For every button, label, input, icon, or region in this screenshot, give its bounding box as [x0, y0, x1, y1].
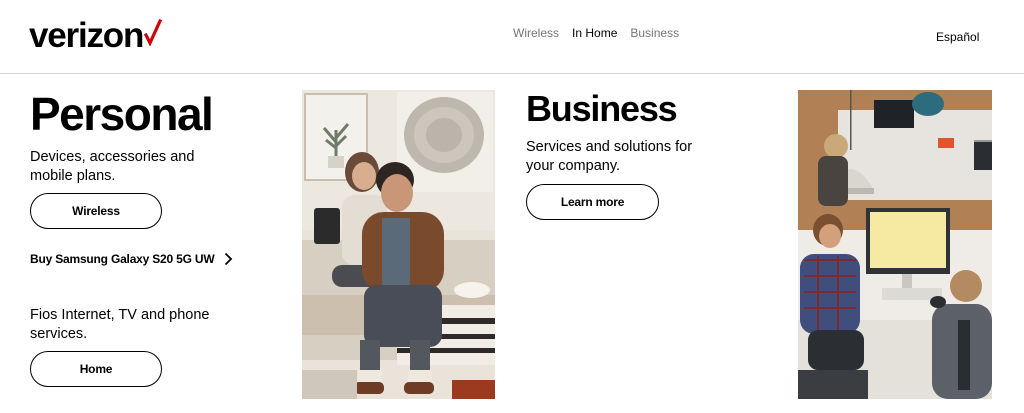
- nav-item-wireless[interactable]: Wireless: [513, 26, 559, 40]
- nav-item-in-home[interactable]: In Home: [572, 26, 617, 40]
- checkmark-icon: [144, 18, 163, 46]
- personal-photo: [302, 90, 495, 399]
- business-heading: Business: [526, 88, 678, 129]
- home-description: Fios Internet, TV and phone services.: [30, 307, 210, 342]
- wireless-description: Devices, accessories and mobile plans.: [30, 149, 195, 184]
- site-header: verizon Wireless In Home Business Españo…: [0, 0, 1024, 74]
- main-nav: Wireless In Home Business: [513, 26, 679, 40]
- business-description: Services and solutions for your company.: [526, 139, 693, 174]
- galaxy-promo-link[interactable]: Buy Samsung Galaxy S20 5G UW: [30, 252, 233, 266]
- personal-heading: Personal: [30, 88, 214, 140]
- home-button[interactable]: Home: [30, 351, 162, 387]
- business-photo: [798, 90, 992, 399]
- nav-item-business[interactable]: Business: [630, 26, 679, 40]
- chevron-right-icon: [225, 252, 233, 266]
- learn-more-button[interactable]: Learn more: [526, 184, 659, 220]
- logo-wordmark: verizon: [29, 16, 144, 55]
- language-link[interactable]: Español: [936, 30, 979, 44]
- promo-link-label: Buy Samsung Galaxy S20 5G UW: [30, 252, 215, 266]
- verizon-logo[interactable]: verizon: [29, 14, 163, 58]
- wireless-button[interactable]: Wireless: [30, 193, 162, 229]
